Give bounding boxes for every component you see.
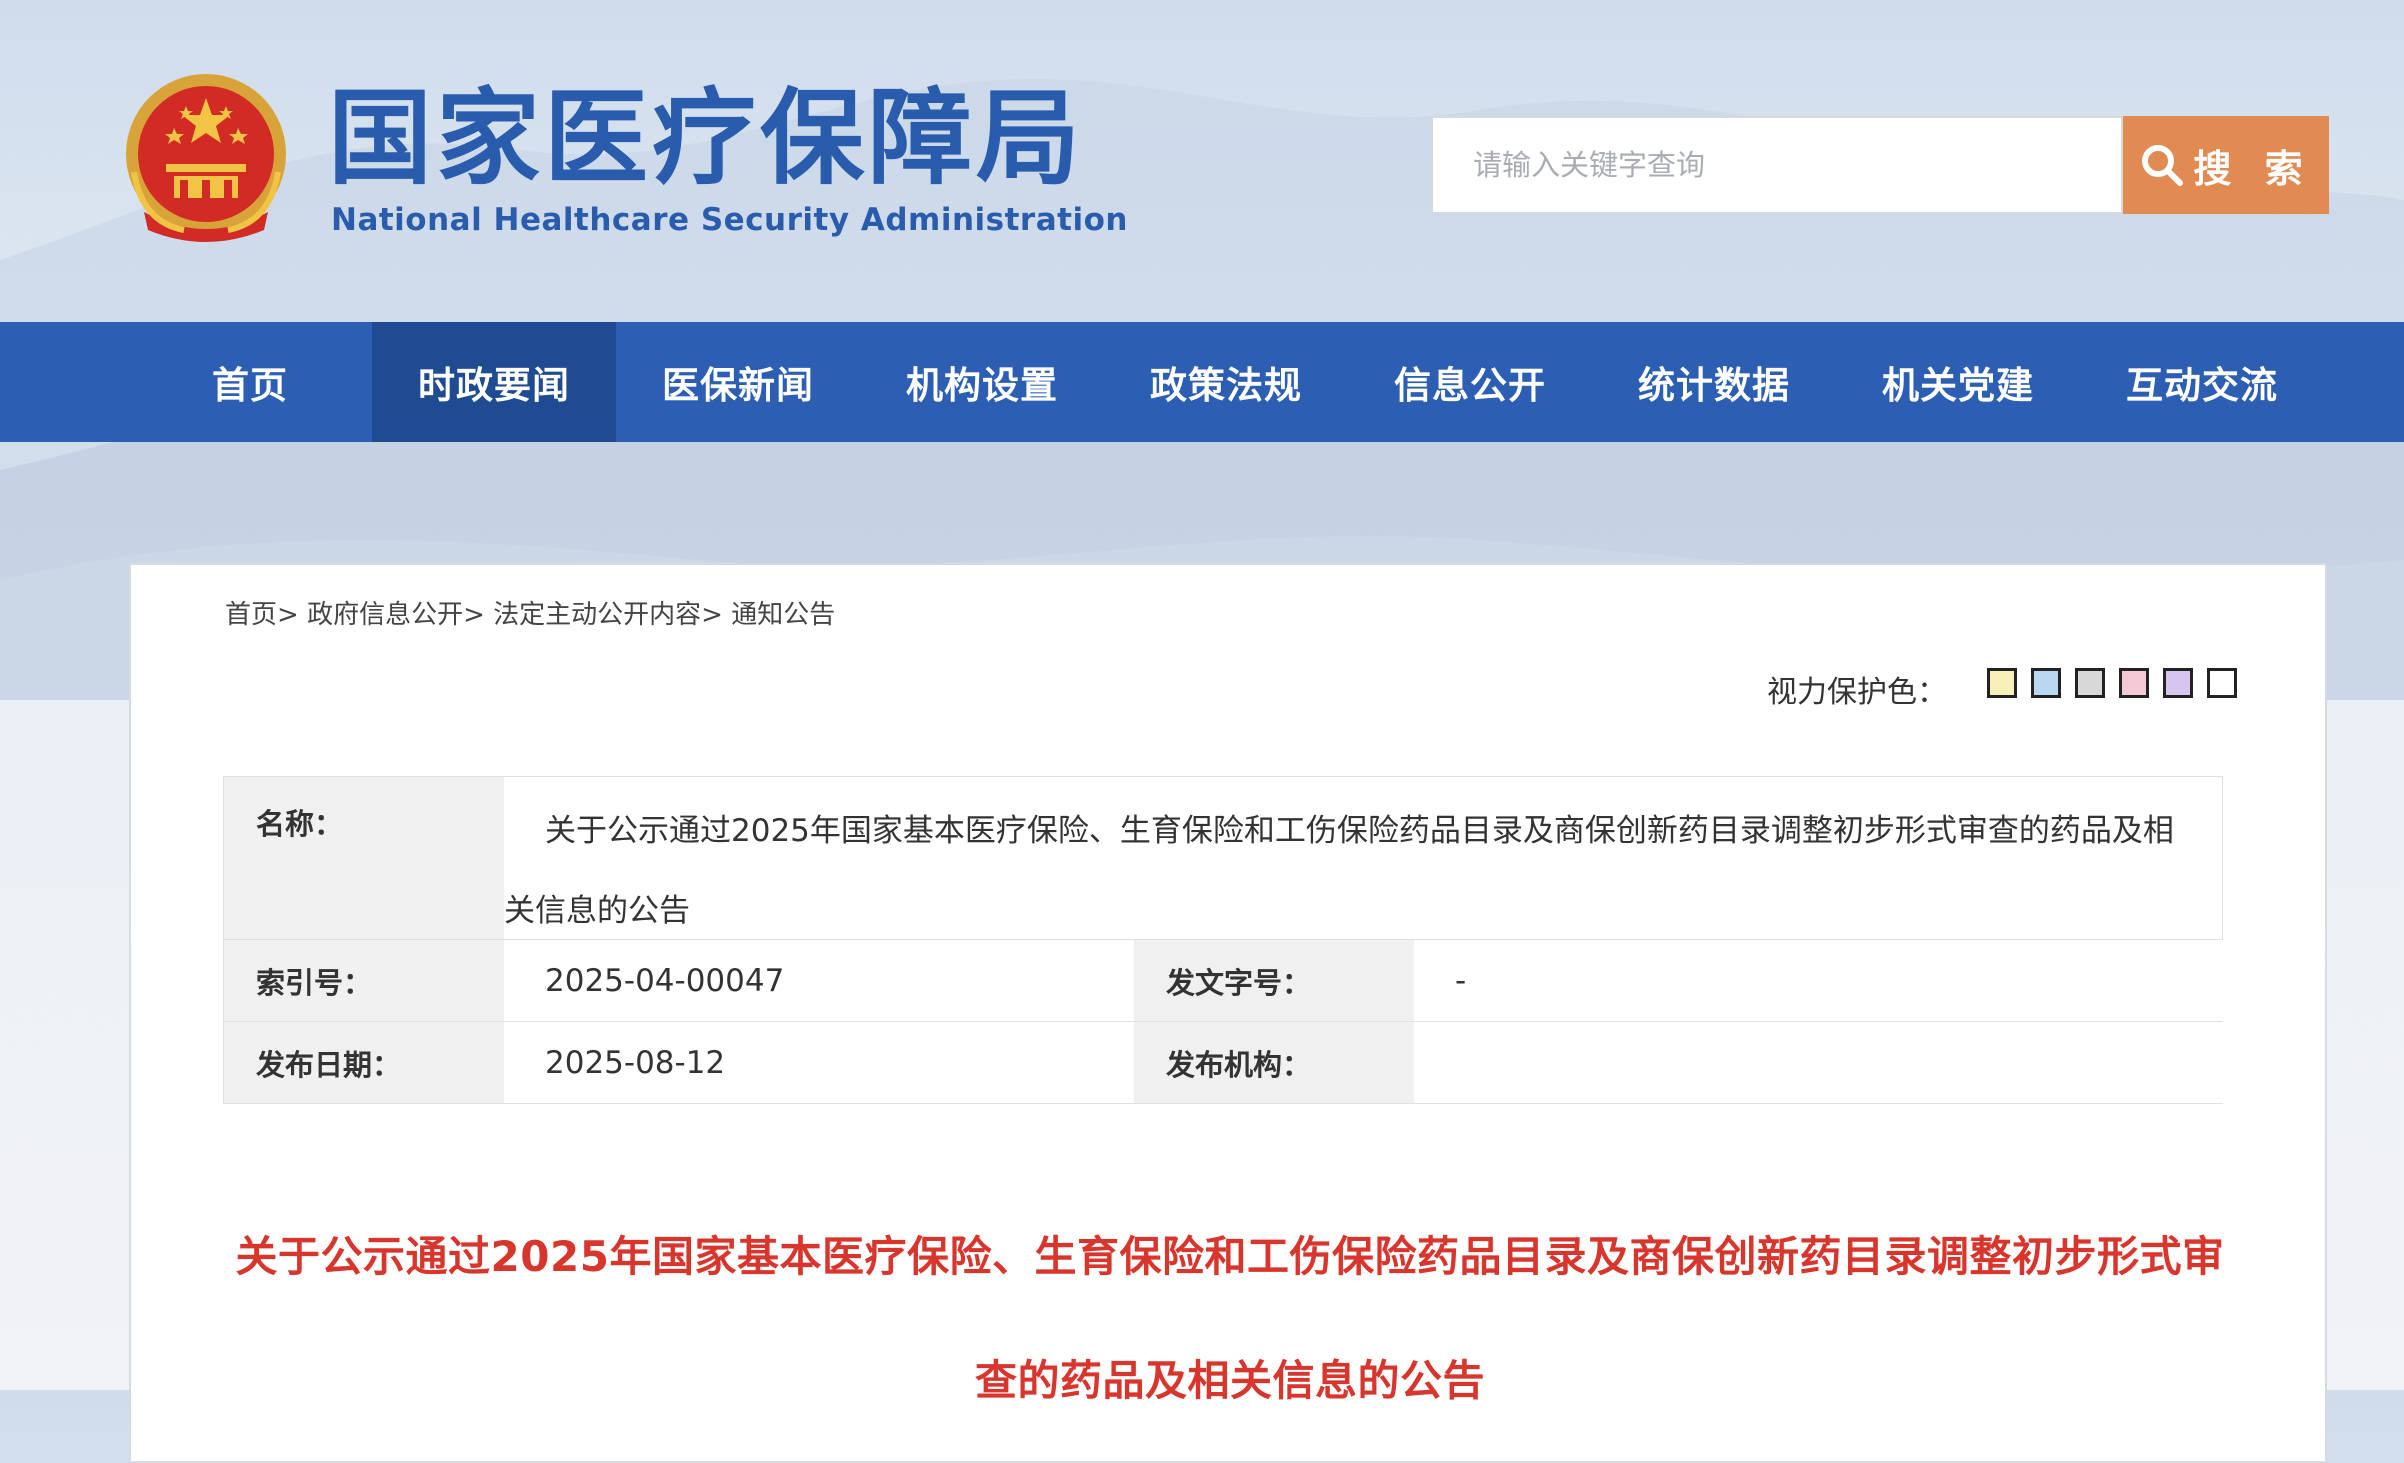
meta-index-label: 索引号：	[224, 940, 504, 1021]
national-emblem-icon	[126, 74, 286, 242]
meta-org-label: 发布机构：	[1134, 1022, 1414, 1103]
nav-item-organization[interactable]: 机构设置	[860, 322, 1104, 442]
search-button[interactable]: 搜 索	[2123, 116, 2329, 214]
meta-row-date: 发布日期： 2025-08-12 发布机构：	[224, 1022, 2224, 1103]
document-meta-table: 名称： 关于公示通过2025年国家基本医疗保险、生育保险和工伤保险药品目录及商保…	[223, 776, 2224, 1104]
meta-row-index: 索引号： 2025-04-00047 发文字号： -	[224, 940, 2224, 1022]
nav-item-party[interactable]: 机关党建	[1836, 322, 2080, 442]
breadcrumb-notices[interactable]: 通知公告	[731, 600, 835, 630]
meta-index-value: 2025-04-00047	[504, 940, 1134, 1021]
nav-item-disclosure[interactable]: 信息公开	[1348, 322, 1592, 442]
breadcrumb-gov-info[interactable]: 政府信息公开	[307, 600, 463, 630]
nav-item-home[interactable]: 首页	[128, 322, 372, 442]
swatch-gray[interactable]	[2075, 668, 2105, 698]
site-title: 国家医疗保障局	[328, 76, 1085, 199]
article-title: 关于公示通过2025年国家基本医疗保险、生育保险和工伤保险药品目录及商保创新药目…	[235, 1232, 2225, 1405]
nav-item-interaction[interactable]: 互动交流	[2080, 322, 2324, 442]
breadcrumb-separator: >	[701, 600, 723, 630]
meta-name-label: 名称：	[224, 777, 504, 939]
meta-row-name: 名称： 关于公示通过2025年国家基本医疗保险、生育保险和工伤保险药品目录及商保…	[224, 777, 2222, 940]
search-button-label: 搜 索	[2193, 146, 2313, 191]
meta-date-value: 2025-08-12	[504, 1022, 1134, 1103]
search-icon	[2142, 145, 2184, 186]
breadcrumb-home[interactable]: 首页	[225, 600, 277, 630]
meta-org-value	[1414, 1022, 2224, 1103]
breadcrumb-separator: >	[463, 600, 485, 630]
content-panel: 首页> 政府信息公开> 法定主动公开内容> 通知公告 视力保护色： 名称： 关于…	[129, 563, 2327, 1463]
swatch-white[interactable]	[2207, 668, 2237, 698]
breadcrumb-statutory[interactable]: 法定主动公开内容	[493, 600, 701, 630]
nav-item-statistics[interactable]: 统计数据	[1592, 322, 1836, 442]
search-input[interactable]	[1431, 116, 2123, 214]
breadcrumb-separator: >	[277, 600, 299, 630]
site-subtitle: National Healthcare Security Administrat…	[331, 202, 1128, 238]
swatch-blue[interactable]	[2031, 668, 2061, 698]
swatch-purple[interactable]	[2163, 668, 2193, 698]
nav-item-policy[interactable]: 政策法规	[1104, 322, 1348, 442]
meta-date-label: 发布日期：	[224, 1022, 504, 1103]
swatch-pink[interactable]	[2119, 668, 2149, 698]
nav-item-current-affairs[interactable]: 时政要闻	[372, 322, 616, 442]
meta-doc-no-value: -	[1414, 940, 2224, 1021]
eye-care-label: 视力保护色：	[1767, 675, 1947, 710]
meta-doc-no-label: 发文字号：	[1134, 940, 1414, 1021]
breadcrumb: 首页> 政府信息公开> 法定主动公开内容> 通知公告	[225, 597, 835, 633]
main-nav: 首页 时政要闻 医保新闻 机构设置 政策法规 信息公开 统计数据 机关党建 互动…	[0, 322, 2404, 442]
meta-name-value: 关于公示通过2025年国家基本医疗保险、生育保险和工伤保险药品目录及商保创新药目…	[504, 777, 2222, 939]
nav-item-news[interactable]: 医保新闻	[616, 322, 860, 442]
swatch-yellow[interactable]	[1987, 668, 2017, 698]
site-header: 国家医疗保障局 National Healthcare Security Adm…	[0, 0, 2404, 322]
eye-care-colors: 视力保护色：	[1767, 667, 2237, 711]
